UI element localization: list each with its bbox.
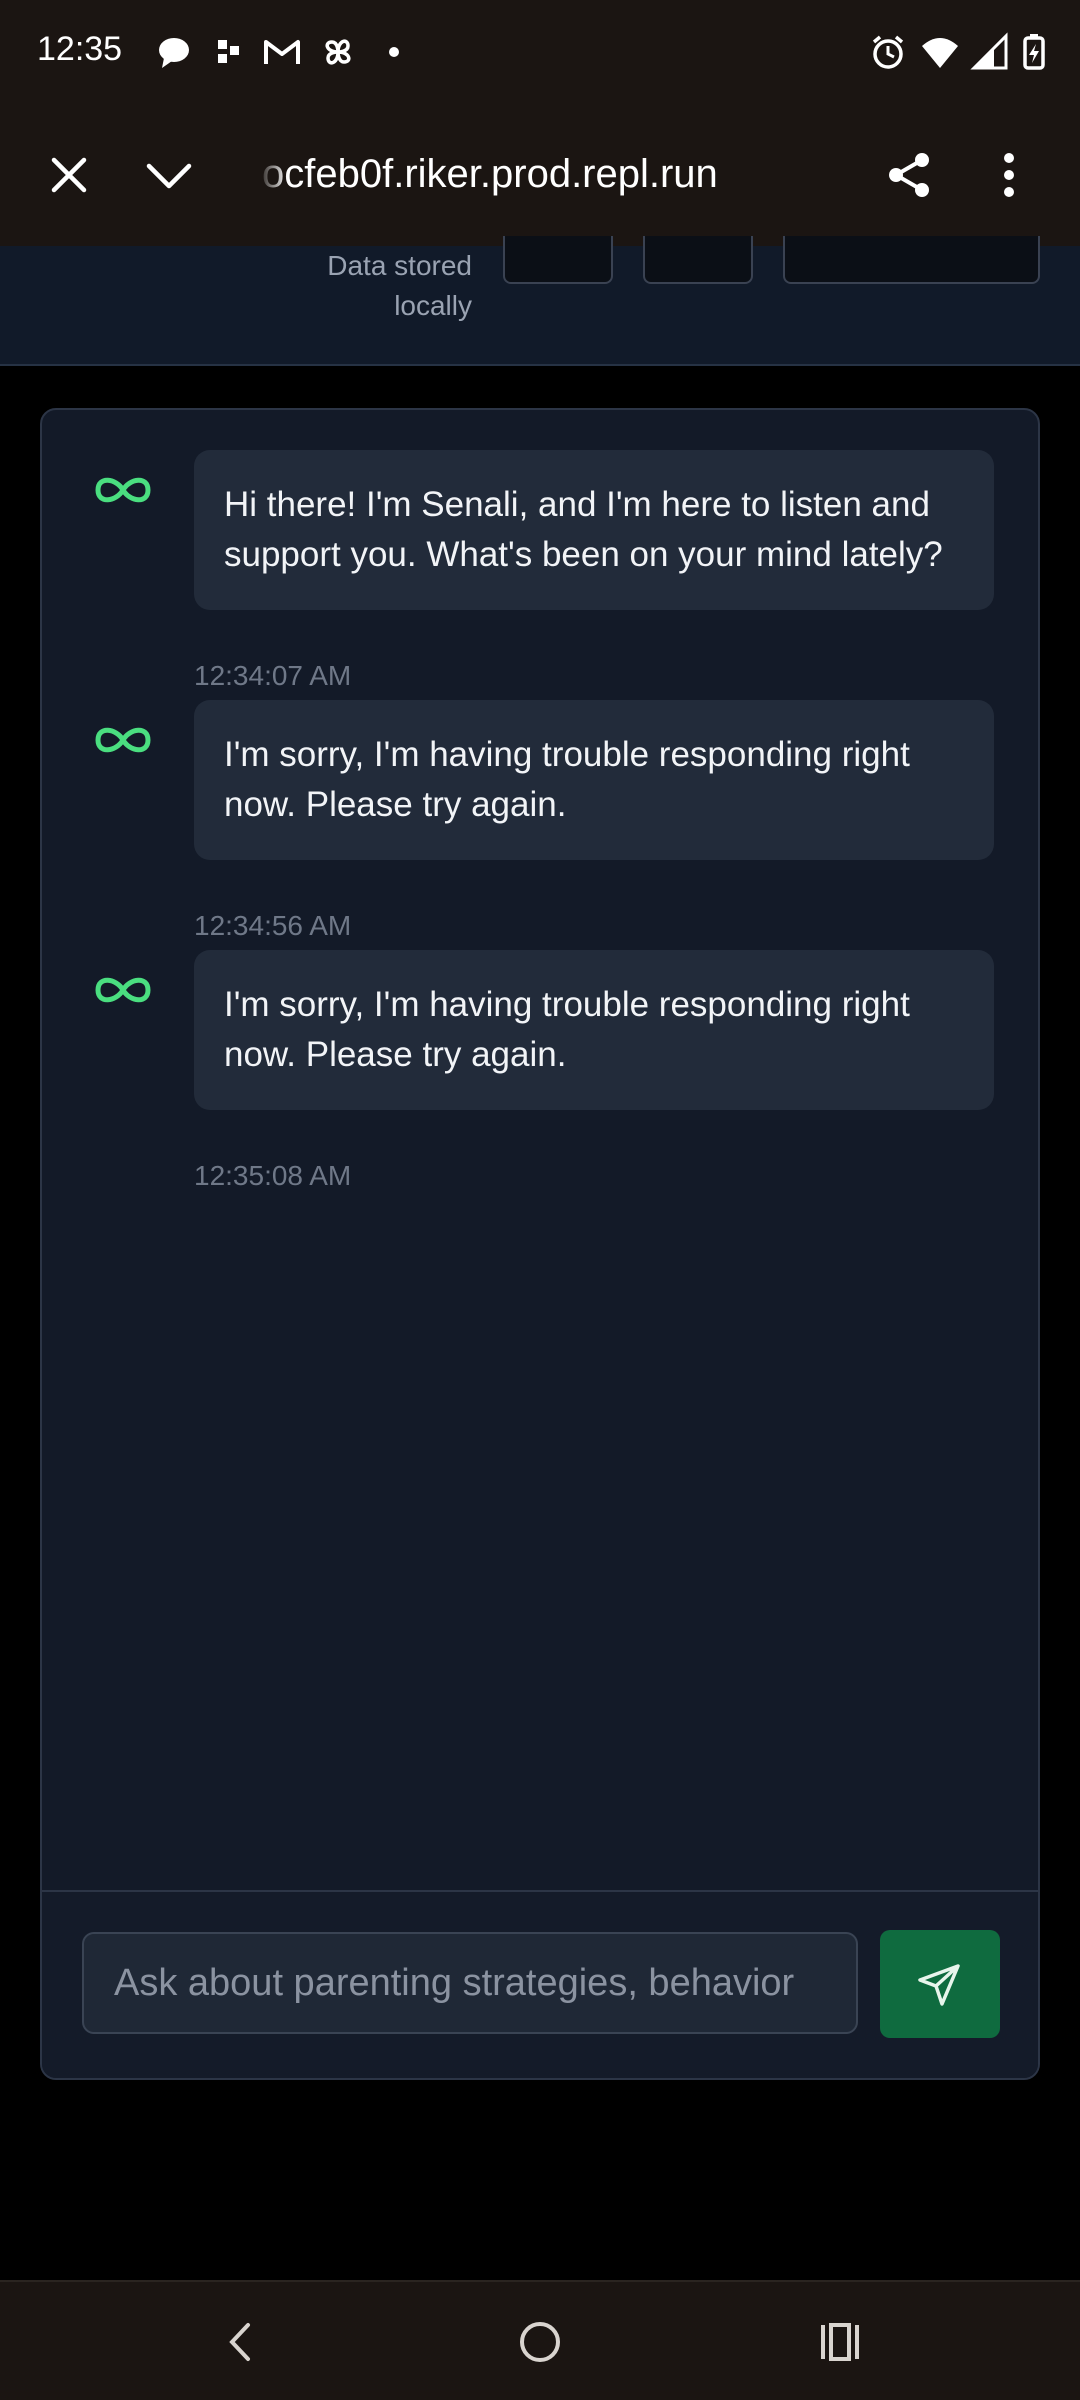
more-vert-icon [1004,153,1014,197]
nav-home-button[interactable] [500,2302,580,2382]
message-list[interactable]: Hi there! I'm Senali, and I'm here to li… [42,410,1038,1890]
wifi-icon [922,38,958,68]
url-fade [258,146,288,206]
send-button[interactable] [880,1930,1000,2038]
chat-panel: Hi there! I'm Senali, and I'm here to li… [40,408,1040,2080]
chat-input[interactable] [82,1932,858,2034]
nav-recents-button[interactable] [800,2302,880,2382]
infinity-icon [95,727,151,753]
header-button-1[interactable] [503,236,613,284]
nav-back-button[interactable] [200,2302,280,2382]
more-menu-button[interactable] [976,142,1042,208]
status-bar: 12:35 [0,0,1080,106]
storage-note-line2: locally [394,290,472,321]
battery-icon [1023,34,1045,70]
message-bubble: I'm sorry, I'm having trouble responding… [194,950,994,1110]
composer [42,1890,1038,2078]
chat-bubble-icon [159,38,189,68]
system-nav-bar [0,2280,1080,2400]
recents-icon [821,2323,859,2361]
infinity-icon [95,477,151,503]
expand-button[interactable] [136,142,202,208]
message-bubble: I'm sorry, I'm having trouble responding… [194,700,994,860]
app-header: Data stored locally [0,236,1080,366]
share-button[interactable] [876,142,942,208]
gmail-icon [264,40,300,64]
message-timestamp: 12:34:56 AM [194,910,352,941]
browser-toolbar: ocfeb0f.riker.prod.repl.run [0,106,1080,246]
alarm-icon [872,35,904,69]
pinwheel-icon [325,39,351,65]
close-tab-button[interactable] [36,142,102,208]
send-icon [918,1964,960,2006]
header-button-3[interactable] [783,236,1040,284]
dot-icon [389,47,399,57]
home-icon [520,2322,560,2362]
infinity-icon [95,977,151,1003]
message-timestamp: 12:34:07 AM [194,660,352,691]
dots-grid-icon [218,40,239,63]
storage-note: Data stored locally [280,246,472,326]
close-icon [51,157,87,193]
message-bubble: Hi there! I'm Senali, and I'm here to li… [194,450,994,610]
signal-icon [970,32,1008,70]
chevron-down-icon [146,163,192,189]
url-text[interactable]: ocfeb0f.riker.prod.repl.run [262,152,782,197]
storage-note-line1: Data stored [327,250,472,281]
message-timestamp: 12:35:08 AM [194,1160,352,1191]
back-icon [229,2323,250,2361]
header-button-2[interactable] [643,236,753,284]
status-time: 12:35 [37,30,123,68]
share-icon [889,153,929,197]
